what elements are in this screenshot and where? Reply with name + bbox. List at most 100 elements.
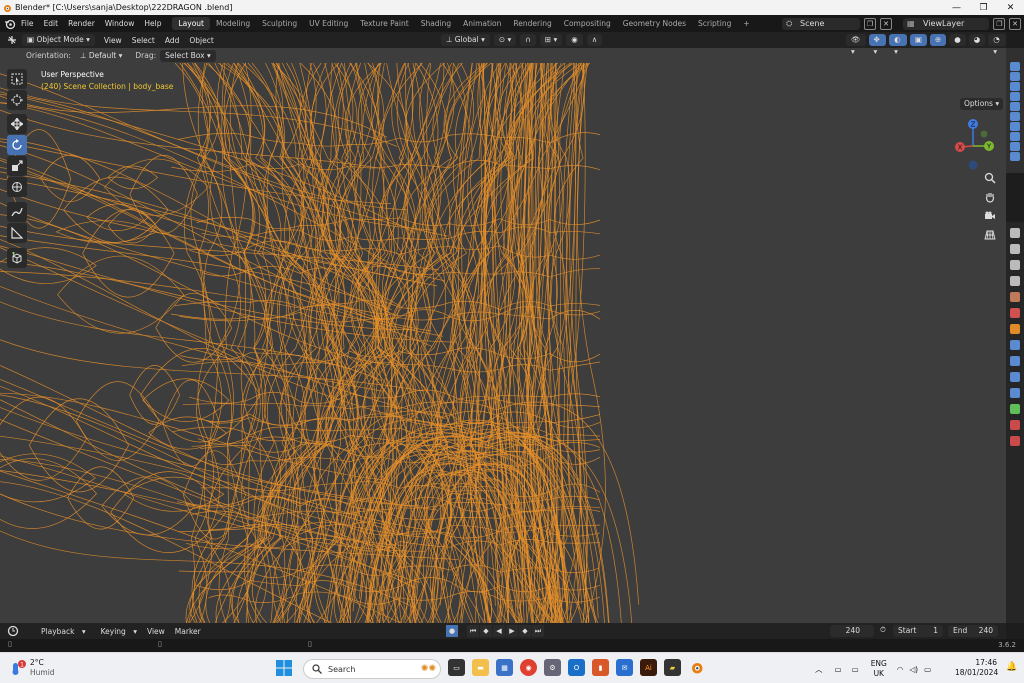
start-frame-field[interactable]: Start 1 <box>893 625 943 637</box>
mode-dropdown[interactable]: ▣ Object Mode ▾ <box>22 34 95 46</box>
falloff-dropdown[interactable]: ∧ <box>586 34 603 46</box>
notifications-bell-icon[interactable]: 🔔 <box>1006 662 1017 672</box>
tab-texture-paint[interactable]: Texture Paint <box>354 17 414 30</box>
add-cube-tool[interactable] <box>7 248 27 268</box>
menu-select[interactable]: Select <box>127 36 160 45</box>
visibility-dropdown[interactable]: 👁 ▾ <box>846 34 866 56</box>
camera-visibility-icon[interactable] <box>1010 112 1020 121</box>
outlook-icon[interactable]: O <box>568 659 585 676</box>
measure-tool[interactable] <box>7 223 27 243</box>
restore-icon[interactable]: ❐ <box>970 0 997 15</box>
play-icon[interactable]: ▶ <box>506 625 518 637</box>
modifier-properties-icon[interactable] <box>1010 340 1020 350</box>
proportional-edit-toggle[interactable]: ◉ <box>566 34 583 46</box>
camera-visibility-icon[interactable] <box>1010 62 1020 71</box>
tray-overflow-icon[interactable]: ︿ <box>815 664 823 675</box>
scale-tool[interactable] <box>7 156 27 176</box>
current-frame-field[interactable]: 240 <box>830 625 874 637</box>
tab-uv-editing[interactable]: UV Editing <box>303 17 354 30</box>
new-view-layer-icon[interactable]: ❐ <box>993 17 1006 30</box>
camera-visibility-icon[interactable] <box>1010 122 1020 131</box>
shading-rendered-button[interactable]: ◔ ▾ <box>988 34 1007 56</box>
jump-keyframe-forward-icon[interactable]: ◆ <box>519 625 531 637</box>
constraints-properties-icon[interactable] <box>1010 388 1020 398</box>
cursor-tool[interactable] <box>7 90 27 110</box>
sticky-notes-icon[interactable]: ▰ <box>664 659 681 676</box>
editor-type-icon[interactable] <box>6 34 18 46</box>
zoom-icon[interactable] <box>982 170 998 186</box>
view-layer-selector[interactable]: ▦ ViewLayer ❐ ✕ <box>903 17 1021 30</box>
data-properties-icon[interactable] <box>1010 404 1020 414</box>
scene-selector[interactable]: ⛭ Scene ❐ ✕ <box>782 17 892 30</box>
view-layer-properties-icon[interactable] <box>1010 276 1020 286</box>
perspective-grid-icon[interactable] <box>982 227 998 243</box>
tab-modeling[interactable]: Modeling <box>210 17 256 30</box>
taskbar-search[interactable]: Search ✺✺ <box>303 659 441 679</box>
office-icon[interactable]: ▮ <box>592 659 609 676</box>
tab-geometry-nodes[interactable]: Geometry Nodes <box>617 17 692 30</box>
snap-target-dropdown[interactable]: ⊞ ▾ <box>539 34 563 46</box>
3d-viewport[interactable]: User Perspective (240) Scene Collection … <box>0 48 1006 623</box>
tab-shading[interactable]: Shading <box>415 17 457 30</box>
illustrator-icon[interactable]: Ai <box>640 659 657 676</box>
overlay-toggle[interactable]: ◐ ▾ <box>889 34 907 56</box>
camera-visibility-icon[interactable] <box>1010 142 1020 151</box>
close-icon[interactable]: ✕ <box>997 0 1024 15</box>
add-workspace-button[interactable]: + <box>737 17 755 30</box>
menu-view[interactable]: View <box>99 36 127 45</box>
new-scene-icon[interactable]: ❐ <box>864 17 876 30</box>
jump-end-icon[interactable]: ⏭ <box>532 625 544 637</box>
camera-view-icon[interactable] <box>982 208 998 224</box>
menu-help[interactable]: Help <box>139 19 166 28</box>
menu-marker[interactable]: Marker <box>170 627 206 636</box>
blender-taskbar-icon[interactable] <box>688 659 705 676</box>
gizmo-toggle[interactable]: ✥ ▾ <box>868 34 887 56</box>
play-reverse-icon[interactable]: ◀ <box>493 625 505 637</box>
auto-keying-icon[interactable]: ● <box>446 625 458 637</box>
world-properties-icon[interactable] <box>1010 308 1020 318</box>
material-properties-icon[interactable] <box>1010 420 1020 430</box>
minimize-icon[interactable]: — <box>943 0 970 15</box>
language-indicator[interactable]: ENG UK <box>871 659 887 679</box>
annotate-tool[interactable] <box>7 202 27 222</box>
rotate-tool[interactable] <box>7 135 27 155</box>
copilot-icon[interactable]: ▭ <box>835 665 842 674</box>
transform-orientation-dropdown[interactable]: ⊥ Global ▾ <box>440 34 490 46</box>
camera-visibility-icon[interactable] <box>1010 82 1020 91</box>
camera-visibility-icon[interactable] <box>1010 132 1020 141</box>
menu-file[interactable]: File <box>16 19 39 28</box>
delete-scene-icon[interactable]: ✕ <box>880 17 892 30</box>
orientation-dropdown[interactable]: ⊥ Default ▾ <box>75 50 128 62</box>
menu-edit[interactable]: Edit <box>39 19 64 28</box>
tab-compositing[interactable]: Compositing <box>558 17 617 30</box>
object-properties-icon[interactable] <box>1010 324 1020 334</box>
particles-properties-icon[interactable] <box>1010 356 1020 366</box>
physics-properties-icon[interactable] <box>1010 372 1020 382</box>
options-dropdown[interactable]: Options ▾ <box>960 98 1004 110</box>
scene-properties-icon[interactable] <box>1010 292 1020 302</box>
taskbar-clock[interactable]: 17:46 18/01/2024 <box>955 658 998 678</box>
texture-properties-icon[interactable] <box>1010 436 1020 446</box>
display-icon[interactable]: ▭ <box>852 665 859 674</box>
navigation-gizmo[interactable]: Z Y X <box>948 116 998 172</box>
menu-timeline-view[interactable]: View <box>142 627 170 636</box>
file-explorer-icon[interactable]: ▬ <box>472 659 489 676</box>
windows-start-icon[interactable] <box>276 660 292 676</box>
menu-keying[interactable]: Keying ▾ <box>91 627 142 636</box>
drag-dropdown[interactable]: Select Box ▾ <box>160 49 216 62</box>
menu-window[interactable]: Window <box>100 19 140 28</box>
jump-keyframe-back-icon[interactable]: ◆ <box>480 625 492 637</box>
tab-rendering[interactable]: Rendering <box>507 17 557 30</box>
camera-visibility-icon[interactable] <box>1010 72 1020 81</box>
stopwatch-icon[interactable]: ⏱ <box>880 625 886 635</box>
snap-toggle[interactable]: ∩ <box>520 34 536 46</box>
mail-icon[interactable]: ✉ <box>616 659 633 676</box>
output-properties-icon[interactable] <box>1010 260 1020 270</box>
select-box-tool[interactable] <box>7 69 27 89</box>
xray-toggle[interactable]: ▣ <box>909 34 927 46</box>
jump-start-icon[interactable]: ⏮ <box>467 625 479 637</box>
chrome-icon[interactable]: ◉ <box>520 659 537 676</box>
tab-animation[interactable]: Animation <box>457 17 507 30</box>
camera-visibility-icon[interactable] <box>1010 92 1020 101</box>
tab-scripting[interactable]: Scripting <box>692 17 737 30</box>
